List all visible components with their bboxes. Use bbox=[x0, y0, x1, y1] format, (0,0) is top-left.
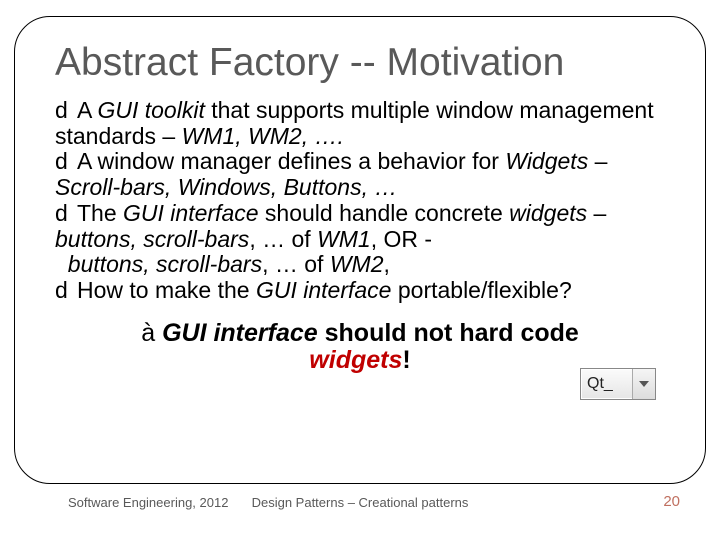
bullet-2: dA window manager defines a behavior for… bbox=[55, 149, 665, 201]
footer-center: Design Patterns – Creational patterns bbox=[0, 495, 720, 510]
bullet-glyph: d bbox=[55, 149, 77, 175]
conclusion-line: à GUI interface should not hard code wid… bbox=[55, 320, 665, 375]
bullet-1: dA GUI toolkit that supports multiple wi… bbox=[55, 98, 665, 150]
page-number: 20 bbox=[663, 493, 680, 510]
bullet-4: dHow to make the GUI interface portable/… bbox=[55, 278, 665, 304]
bullet-3: dThe GUI interface should handle concret… bbox=[55, 201, 665, 278]
bullet-glyph: d bbox=[55, 98, 77, 124]
arrow-glyph: à bbox=[141, 319, 155, 347]
bullet-glyph: d bbox=[55, 278, 77, 304]
qt-dropdown-label: Qt_ bbox=[581, 369, 632, 399]
slide-title: Abstract Factory -- Motivation bbox=[55, 43, 665, 84]
slide: Abstract Factory -- Motivation dA GUI to… bbox=[0, 0, 720, 540]
qt-dropdown[interactable]: Qt_ bbox=[580, 368, 656, 400]
body-text: dA GUI toolkit that supports multiple wi… bbox=[55, 98, 665, 304]
bullet-glyph: d bbox=[55, 201, 77, 227]
content-frame: Abstract Factory -- Motivation dA GUI to… bbox=[14, 16, 706, 484]
chevron-down-icon bbox=[632, 369, 655, 399]
